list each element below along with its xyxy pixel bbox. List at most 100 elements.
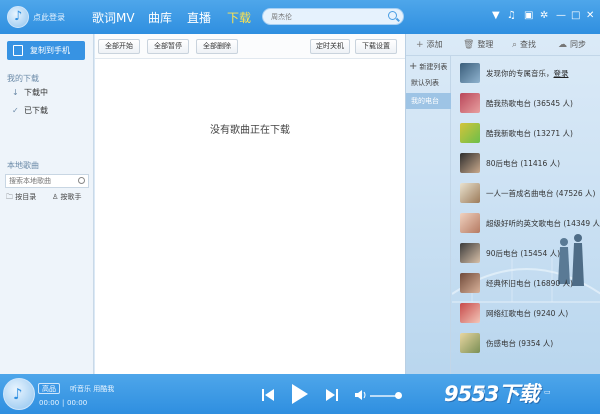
empty-message: 没有歌曲正在下载 [210,125,290,136]
radio-avatar [460,63,480,83]
sync-button[interactable]: ☁ 同步 [558,39,586,50]
copy-to-phone-button[interactable]: 复制到手机 [7,41,85,60]
local-search-input[interactable] [6,175,76,187]
nav-lyrics-mv[interactable]: 歌词MV [92,9,135,26]
radio-item[interactable]: 伤感电台 (9354 人) [457,330,597,360]
search-icon[interactable] [388,11,397,20]
mini-mode-icon[interactable]: ▭ [544,388,551,396]
organize-button[interactable]: 🗑 整理 [463,39,493,50]
radio-name: 一人一首成名曲电台 (47526 人) [486,189,596,198]
local-search-box[interactable] [5,174,89,188]
volume-icon[interactable] [355,390,367,400]
list-item-my-radio[interactable]: 我的电台 [406,93,451,109]
search-box[interactable] [262,8,404,25]
downloading-item[interactable]: ↓ 下载中 [12,87,48,98]
by-directory-button[interactable]: 🗀 按目录 [6,192,36,204]
track-title: 听音乐 用酷我 [70,385,115,393]
downloading-label: 下载中 [24,88,48,97]
trash-icon: 🗑 [463,40,475,50]
phone-icon [13,45,23,56]
time-separator: | [62,399,65,407]
delete-all-button[interactable]: 全部删除 [196,39,238,54]
search-input[interactable] [263,9,383,24]
new-list-button[interactable]: + 新建列表 [409,61,447,72]
playlist-toolbar: + 添加 🗑 整理 ⌕ 查找 ☁ 同步 [406,34,600,56]
settings-gear-icon[interactable]: ✲ [540,10,548,21]
radio-name: 经典怀旧电台 (16890 人) [486,279,573,288]
radio-avatar [460,93,480,113]
timed-shutdown-button[interactable]: 定时关机 [310,39,350,54]
radio-item[interactable]: 酷我热歌电台 (36545 人) [457,90,597,120]
pause-all-button[interactable]: 全部暂停 [147,39,189,54]
next-icon[interactable] [326,389,338,401]
download-toolbar: 全部开始 全部暂停 全部删除 定时关机 下载设置 [95,34,405,59]
list-item-default[interactable]: 默认列表 [406,75,451,91]
radio-item[interactable]: 超级好听的英文歌电台 (14349 人 [457,210,600,240]
radio-item[interactable]: 经典怀旧电台 (16890 人) [457,270,597,300]
radio-name: 伤感电台 (9354 人) [486,339,554,348]
login-link[interactable]: 登录 [554,69,569,78]
by-singer-label: 按歌手 [60,193,82,201]
add-button[interactable]: + 添加 [416,39,443,50]
cloud-icon: ☁ [558,40,567,50]
album-cover[interactable] [3,378,35,410]
check-icon: ✓ [12,106,19,115]
radio-item[interactable]: 网络红歌电台 (9240 人) [457,300,597,330]
radio-avatar [460,303,480,323]
downloaded-item[interactable]: ✓ 已下载 [12,105,48,116]
playlist-panel: + 添加 🗑 整理 ⌕ 查找 ☁ 同步 + 新建列表 默认列表 我的电台 发现你的专属音乐… [405,34,600,374]
new-list-label: 新建列表 [419,63,448,71]
radio-name: 90后电台 (15454 人) [486,249,561,258]
restore-icon[interactable]: □ [571,10,580,21]
skin-shirt-icon[interactable]: ▣ [524,10,533,21]
list-column: + 新建列表 默认列表 我的电台 [406,56,451,374]
close-icon[interactable]: ✕ [586,10,594,21]
by-directory-label: 按目录 [15,193,37,201]
search-icon[interactable] [78,177,85,184]
nav-live[interactable]: 直播 [187,9,211,26]
radio-item[interactable]: 80后电台 (11416 人) [457,150,597,180]
radio-avatar [460,183,480,203]
local-songs-title: 本地歌曲 [7,161,39,170]
dropdown-arrow-icon[interactable]: ▼ [492,10,500,21]
time-total: 00:00 [67,399,88,407]
radio-name: 超级好听的英文歌电台 (14349 人 [486,219,600,228]
radio-avatar [460,123,480,143]
radio-item[interactable]: 一人一首成名曲电台 (47526 人) [457,180,597,210]
plus-icon: + [409,61,418,72]
radio-item-discover[interactable]: 发现你的专属音乐，登录 [457,60,597,90]
kuwo-logo[interactable] [7,6,29,28]
radio-name: 酷我热歌电台 (36545 人) [486,99,573,108]
quality-badge[interactable]: 高品 [38,383,60,394]
login-link[interactable]: 点此登录 [33,12,65,23]
radio-avatar [460,213,480,233]
radio-avatar [460,243,480,263]
radio-item[interactable]: 90后电台 (15454 人) [457,240,597,270]
radio-avatar [460,273,480,293]
radio-avatar [460,153,480,173]
time-current: 00:00 [39,399,60,407]
volume-slider[interactable] [370,392,402,399]
find-button[interactable]: ⌕ 查找 [512,39,536,50]
by-singer-button[interactable]: ♙ 按歌手 [52,192,82,202]
radio-name: 酷我新歌电台 (13271 人) [486,129,573,138]
equalizer-icon[interactable]: ♫ [507,10,516,21]
download-panel: 全部开始 全部暂停 全部删除 定时关机 下载设置 没有歌曲正在下载 [95,34,405,374]
sync-label: 同步 [570,40,586,49]
previous-icon[interactable] [262,389,274,401]
radio-avatar [460,333,480,353]
radio-name: 80后电台 (11416 人) [486,159,561,168]
play-icon[interactable] [291,384,309,404]
nav-download[interactable]: 下载 [227,9,251,26]
download-settings-button[interactable]: 下载设置 [355,39,397,54]
radio-item[interactable]: 酷我新歌电台 (13271 人) [457,120,597,150]
radio-name-text: 发现你的专属音乐， [486,69,554,78]
left-panel: 复制到手机 我的下载 ↓ 下载中 ✓ 已下载 本地歌曲 🗀 按目录 ♙ 按歌手 [0,34,94,374]
nav-library[interactable]: 曲库 [148,9,172,26]
radio-name: 发现你的专属音乐，登录 [486,68,569,79]
start-all-button[interactable]: 全部开始 [98,39,140,54]
minimize-icon[interactable]: — [556,10,566,21]
copy-to-phone-label: 复制到手机 [30,46,70,55]
volume-handle[interactable] [395,392,402,399]
radio-name: 网络红歌电台 (9240 人) [486,309,569,318]
